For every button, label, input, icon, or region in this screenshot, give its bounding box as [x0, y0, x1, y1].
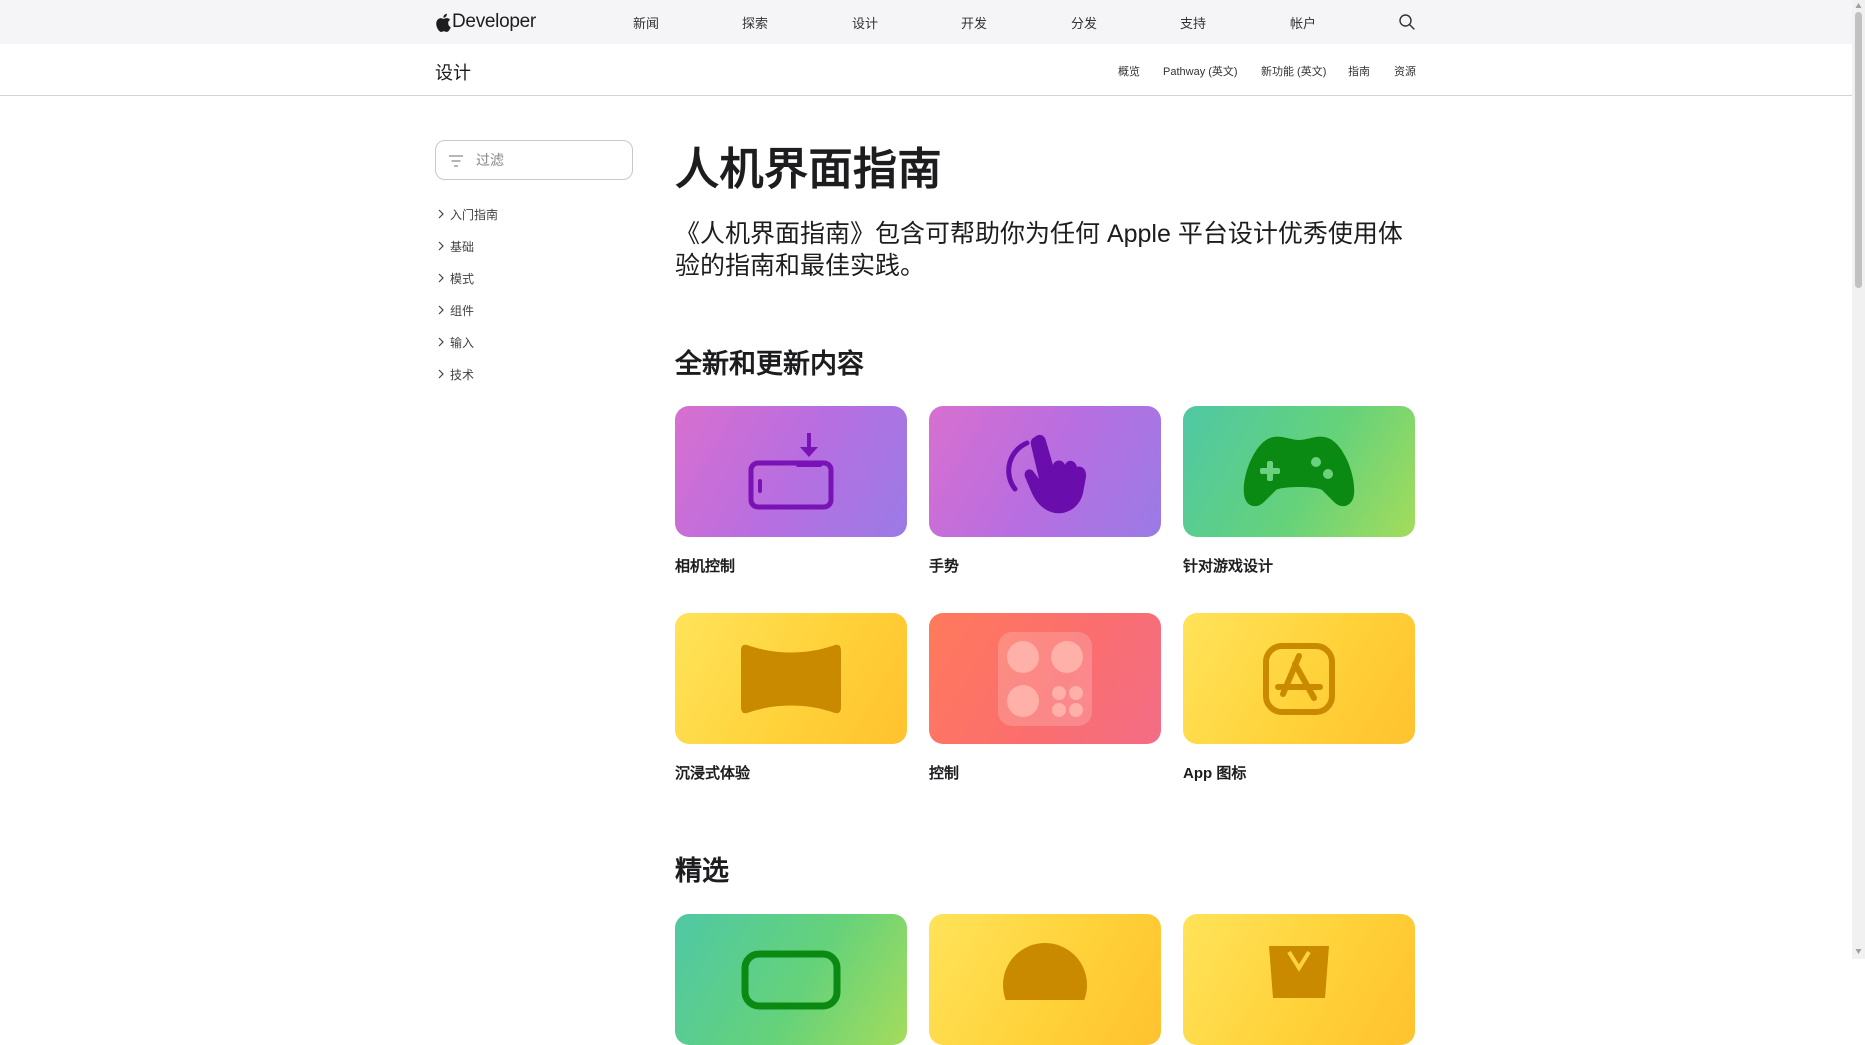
card-image — [1183, 613, 1415, 744]
card-camera-control[interactable]: 相机控制 — [675, 406, 907, 576]
scroll-up-icon[interactable] — [1855, 2, 1862, 9]
sidebar-item-getting-started[interactable]: 入门指南 — [435, 198, 635, 230]
chevron-right-icon — [438, 241, 444, 251]
apple-developer-logo[interactable]: Developer — [435, 10, 536, 34]
local-nav-title[interactable]: 设计 — [435, 59, 471, 85]
filter-input[interactable] — [476, 149, 626, 171]
section-heading-new: 全新和更新内容 — [675, 349, 864, 379]
controls-grid-icon — [998, 631, 1092, 726]
card-label: 控制 — [929, 765, 960, 782]
chevron-right-icon — [438, 273, 444, 283]
nav-design[interactable]: 设计 — [852, 13, 878, 32]
card-image — [929, 914, 1161, 1045]
search-icon[interactable] — [1398, 13, 1416, 31]
local-nav: 设计 概览 Pathway (英文) 新功能 (英文) 指南 资源 — [0, 44, 1852, 96]
card-image — [675, 406, 907, 537]
apple-logo-icon — [436, 13, 451, 32]
card-immersive[interactable]: 沉浸式体验 — [675, 613, 907, 783]
card-controls[interactable]: 控制 — [929, 613, 1161, 783]
page-scrollbar[interactable] — [1852, 0, 1865, 959]
card-label: 沉浸式体验 — [675, 765, 751, 782]
sidebar-nav: 入门指南 基础 模式 组件 输入 技术 — [435, 198, 635, 390]
immersive-icon — [741, 644, 841, 713]
card-label: 手势 — [929, 558, 960, 575]
card-app-icons[interactable]: App 图标 — [1183, 613, 1415, 783]
card-image — [929, 406, 1161, 537]
card-featured-3[interactable] — [1183, 914, 1415, 1045]
sidebar-item-label: 组件 — [450, 303, 475, 318]
sidebar-item-label: 技术 — [450, 367, 475, 382]
nav-news[interactable]: 新闻 — [633, 13, 659, 32]
local-link-guidelines[interactable]: 指南 — [1348, 63, 1370, 79]
nav-develop[interactable]: 开发 — [961, 13, 987, 32]
local-link-pathway[interactable]: Pathway (英文) — [1163, 63, 1238, 79]
camera-control-icon — [748, 432, 834, 509]
app-store-icon — [1263, 642, 1335, 715]
featured-green-icon — [741, 950, 841, 1010]
filter-icon — [449, 155, 463, 167]
gesture-hand-icon — [1006, 434, 1087, 513]
sidebar-item-patterns[interactable]: 模式 — [435, 262, 635, 294]
section-heading-featured: 精选 — [675, 856, 729, 886]
card-image — [929, 613, 1161, 744]
card-games[interactable]: 针对游戏设计 — [1183, 406, 1415, 576]
nav-support[interactable]: 支持 — [1180, 13, 1206, 32]
local-link-whats-new[interactable]: 新功能 (英文) — [1261, 63, 1326, 79]
card-gestures[interactable]: 手势 — [929, 406, 1161, 576]
sidebar-item-foundations[interactable]: 基础 — [435, 230, 635, 262]
card-label: 针对游戏设计 — [1183, 558, 1274, 575]
card-image — [1183, 406, 1415, 537]
page-title: 人机界面指南 — [675, 145, 942, 194]
chevron-right-icon — [438, 337, 444, 347]
scrollbar-thumb[interactable] — [1855, 12, 1862, 288]
card-image — [675, 914, 907, 1045]
sidebar-item-components[interactable]: 组件 — [435, 294, 635, 326]
local-link-resources[interactable]: 资源 — [1394, 63, 1416, 79]
sidebar-item-inputs[interactable]: 输入 — [435, 326, 635, 358]
card-featured-2[interactable] — [929, 914, 1161, 1045]
sidebar-item-technologies[interactable]: 技术 — [435, 358, 635, 390]
card-label: 相机控制 — [675, 558, 736, 575]
card-image — [675, 613, 907, 744]
card-image — [1183, 914, 1415, 1045]
chevron-right-icon — [438, 305, 444, 315]
featured-yellow-icon — [1003, 943, 1087, 1000]
nav-distribute[interactable]: 分发 — [1071, 13, 1097, 32]
sidebar-item-label: 输入 — [450, 335, 475, 350]
chevron-right-icon — [438, 369, 444, 379]
filter-box — [435, 140, 633, 180]
chevron-right-icon — [438, 209, 444, 219]
logo-text: Developer — [452, 11, 536, 32]
sidebar-item-label: 模式 — [450, 271, 475, 286]
scroll-down-icon[interactable] — [1855, 948, 1862, 955]
local-link-overview[interactable]: 概览 — [1118, 63, 1140, 79]
sidebar-item-label: 基础 — [450, 239, 475, 254]
game-controller-icon — [1243, 436, 1355, 506]
nav-discover[interactable]: 探索 — [742, 13, 768, 32]
featured-yellow2-icon — [1269, 946, 1329, 998]
sidebar-item-label: 入门指南 — [450, 207, 499, 222]
card-featured-1[interactable] — [675, 914, 907, 1045]
global-nav: Developer 新闻 探索 设计 开发 分发 支持 帐户 — [0, 0, 1852, 44]
intro-text: 《人机界面指南》包含可帮助你为任何 Apple 平台设计优秀使用体验的指南和最佳… — [675, 220, 1403, 280]
nav-account[interactable]: 帐户 — [1290, 13, 1316, 32]
card-label: App 图标 — [1183, 765, 1247, 782]
